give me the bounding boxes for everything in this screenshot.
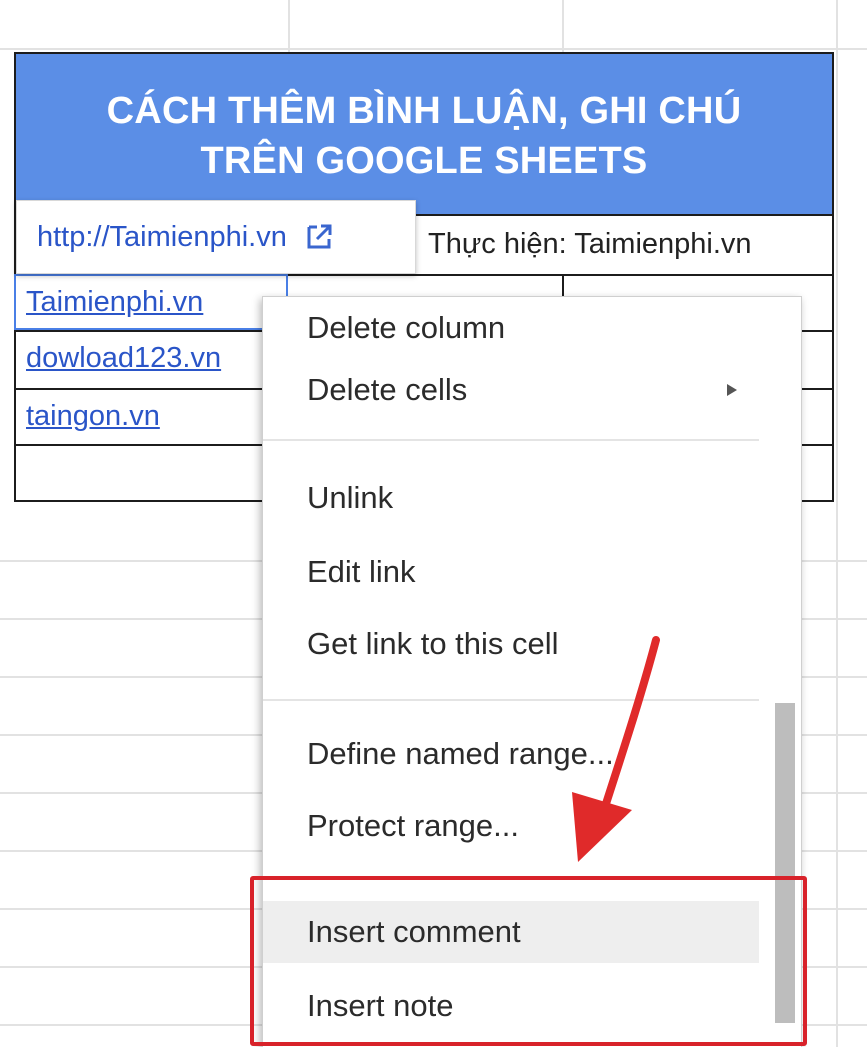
link-preview-url[interactable]: http://Taimienphi.vn [37, 221, 287, 254]
merged-title-cell[interactable]: CÁCH THÊM BÌNH LUẬN, GHI CHÚ TRÊN GOOGLE… [14, 52, 834, 216]
link-preview-tooltip: http://Taimienphi.vn [16, 200, 416, 274]
highlight-frame [250, 876, 807, 1046]
spreadsheet-stage: CÁCH THÊM BÌNH LUẬN, GHI CHÚ TRÊN GOOGLE… [0, 0, 867, 1047]
menu-item-edit-link[interactable]: Edit link [263, 541, 759, 603]
grid-row-line [0, 48, 867, 50]
menu-item-get-link[interactable]: Get link to this cell [263, 613, 759, 675]
title-line-1: CÁCH THÊM BÌNH LUẬN, GHI CHÚ [106, 90, 742, 132]
menu-item-delete-column[interactable]: Delete column [263, 297, 759, 359]
menu-item-protect-range[interactable]: Protect range... [263, 795, 759, 857]
menu-item-delete-cells[interactable]: Delete cells [263, 359, 759, 421]
menu-item-delete-cells-label: Delete cells [307, 372, 468, 407]
performer-cell[interactable]: Thực hiện: Taimienphi.vn [428, 228, 752, 261]
menu-separator [263, 439, 759, 441]
grid-col-line [836, 0, 838, 1047]
menu-separator [263, 699, 759, 701]
menu-item-define-named-range[interactable]: Define named range... [263, 723, 759, 785]
title-line-2: TRÊN GOOGLE SHEETS [200, 140, 648, 182]
link-cell-dowload123[interactable]: dowload123.vn [26, 342, 221, 375]
menu-item-unlink[interactable]: Unlink [263, 467, 759, 529]
link-cell-taingon[interactable]: taingon.vn [26, 400, 160, 433]
open-in-new-icon[interactable] [303, 221, 335, 253]
submenu-arrow-icon [727, 384, 737, 396]
selected-cell-outline [14, 274, 288, 330]
